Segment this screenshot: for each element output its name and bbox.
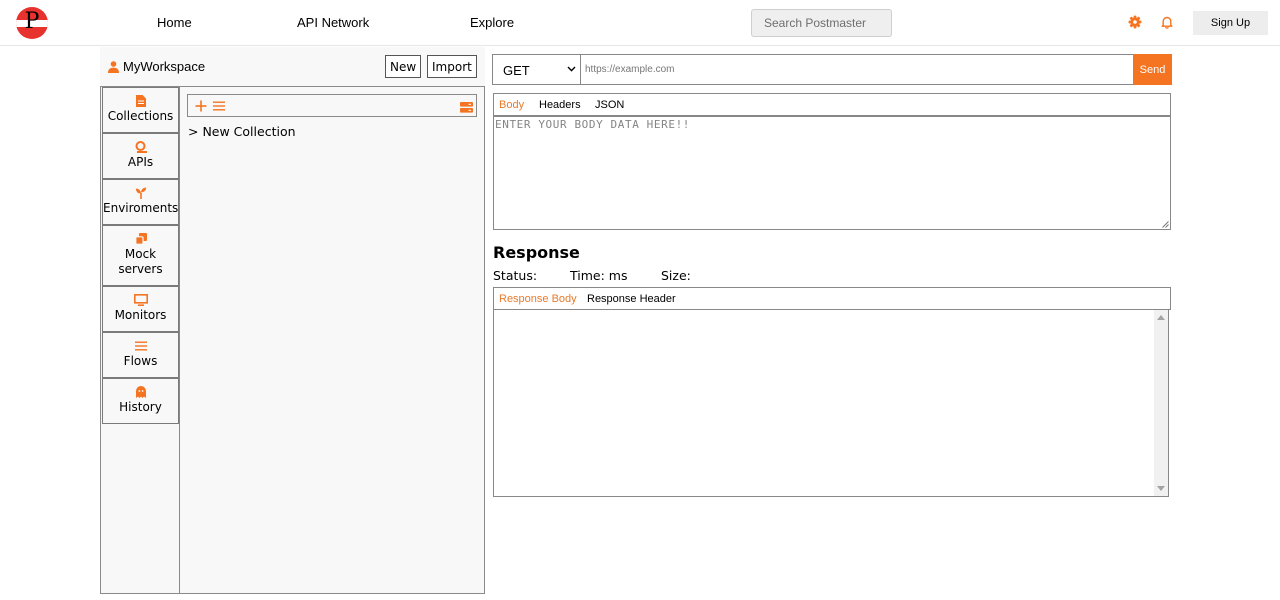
monitor-icon [133, 294, 148, 306]
sidebar-item-collections[interactable]: Collections [102, 87, 179, 133]
logo-letter: P [24, 9, 40, 34]
sidebar-item-monitors[interactable]: Monitors [102, 286, 179, 332]
tab-response-header[interactable]: Response Header [587, 293, 676, 305]
collection-item[interactable]: > New Collection [188, 124, 296, 139]
sidebar-item-label: Flows [123, 354, 158, 368]
workspace-panel: MyWorkspace New Import Collections APIs [100, 47, 485, 594]
response-tabs: Response Body Response Header [493, 287, 1171, 310]
bell-icon[interactable] [1160, 15, 1174, 29]
user-icon [108, 60, 119, 73]
import-button[interactable]: Import [427, 55, 477, 78]
app-logo[interactable]: P [16, 7, 48, 39]
workspace-title: MyWorkspace [108, 59, 205, 74]
server-icon[interactable] [460, 100, 473, 118]
response-title: Response [493, 243, 580, 262]
tab-json[interactable]: JSON [595, 99, 624, 111]
url-input[interactable] [580, 54, 1134, 85]
chevron-down-icon [567, 66, 576, 72]
list-icon[interactable] [213, 99, 225, 117]
file-icon [135, 95, 146, 107]
top-navbar: P Home API Network Explore Sign Up [0, 0, 1280, 46]
workspace-content: Collections APIs Enviroments Mock server… [100, 86, 485, 594]
response-size: Size: [661, 268, 691, 283]
response-status: Status: [493, 268, 538, 283]
request-bar: GET Send [492, 54, 1172, 85]
sprout-icon [135, 187, 146, 199]
gear-icon[interactable] [1128, 15, 1142, 29]
body-textarea[interactable] [493, 116, 1171, 230]
nav-api-network-link[interactable]: API Network [297, 15, 369, 30]
sidebar-item-label: Monitors [114, 308, 167, 322]
sign-up-button[interactable]: Sign Up [1193, 11, 1268, 35]
method-select[interactable]: GET [492, 54, 581, 85]
sidebar: Collections APIs Enviroments Mock server… [101, 87, 180, 593]
scrollbar[interactable] [1154, 310, 1168, 496]
request-tabs: Body Headers JSON [493, 93, 1171, 116]
copy-icon [134, 233, 147, 245]
sidebar-item-label: Collections [107, 109, 174, 123]
tab-body[interactable]: Body [499, 99, 524, 111]
sidebar-item-history[interactable]: History [102, 378, 179, 424]
sidebar-item-flows[interactable]: Flows [102, 332, 179, 378]
response-time: Time: ms [570, 268, 628, 283]
method-value: GET [503, 63, 530, 78]
sidebar-item-label: Mock servers [118, 247, 163, 276]
sidebar-item-label: APIs [127, 155, 154, 169]
scroll-up-arrow-icon[interactable] [1157, 315, 1165, 320]
resize-grip-icon[interactable] [1161, 220, 1169, 228]
sidebar-item-label: History [119, 400, 162, 414]
new-button[interactable]: New [385, 55, 422, 78]
sidebar-item-mock-servers[interactable]: Mock servers [102, 225, 179, 286]
nav-home-link[interactable]: Home [157, 15, 192, 30]
tab-headers[interactable]: Headers [539, 99, 581, 111]
sidebar-item-environments[interactable]: Enviroments [102, 179, 179, 225]
flows-icon [134, 341, 147, 351]
sidebar-item-label: Enviroments [103, 201, 179, 215]
search-input[interactable] [751, 9, 892, 37]
tab-response-body[interactable]: Response Body [499, 293, 577, 305]
send-button[interactable]: Send [1133, 54, 1172, 85]
sidebar-item-apis[interactable]: APIs [102, 133, 179, 179]
collections-toolbar [187, 94, 477, 117]
api-icon [135, 141, 147, 153]
ghost-icon [135, 386, 146, 398]
workspace-name: MyWorkspace [123, 59, 206, 74]
add-icon[interactable] [195, 99, 207, 117]
scroll-down-arrow-icon[interactable] [1157, 486, 1165, 491]
response-output[interactable] [493, 309, 1169, 497]
nav-explore-link[interactable]: Explore [470, 15, 514, 30]
